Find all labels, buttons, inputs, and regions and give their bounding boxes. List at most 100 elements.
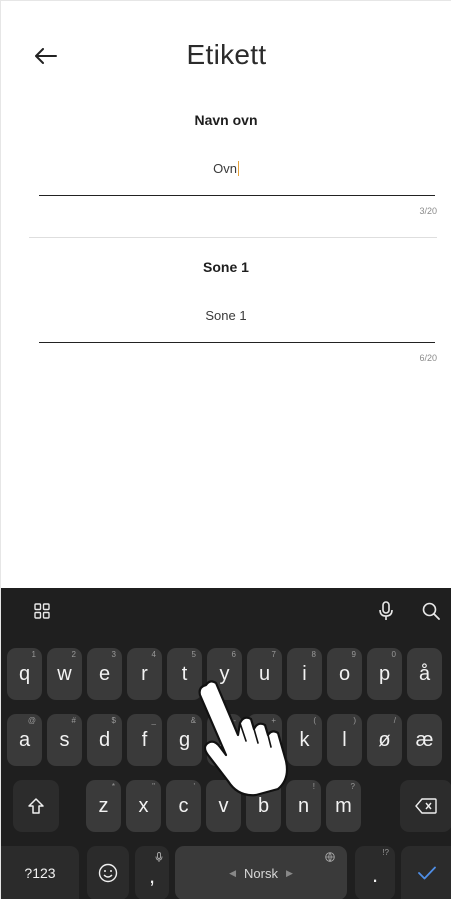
chevron-right-icon: ▶ (285, 867, 293, 878)
key-ø[interactable]: / ø (367, 714, 402, 766)
key-label: k (299, 728, 310, 751)
key-o[interactable]: 9o (327, 648, 362, 700)
key-label: f (141, 728, 148, 751)
key-label: z (98, 794, 109, 817)
key-hint: ) (353, 716, 356, 725)
key-å[interactable]: å (407, 648, 442, 700)
comma-key-label: , (148, 863, 156, 888)
key-hint: 5 (191, 650, 196, 659)
key-h[interactable]: -h (207, 714, 242, 766)
key-label: h (218, 728, 231, 751)
key-hint: 9 (351, 650, 356, 659)
key-y[interactable]: 6y (207, 648, 242, 700)
key-label: c (178, 794, 189, 817)
key-label: w (57, 662, 72, 685)
grid-menu-icon[interactable] (31, 600, 53, 622)
key-label: a (18, 728, 31, 751)
emoji-key[interactable] (87, 846, 129, 899)
search-icon[interactable] (420, 600, 442, 622)
key-hint: ( (313, 716, 316, 725)
backspace-icon (415, 798, 437, 814)
key-label: x (138, 794, 149, 817)
key-hint: ; (272, 782, 275, 791)
key-hint: : (232, 782, 235, 791)
oven-name-value: Ovn (213, 161, 237, 176)
section-divider (29, 237, 437, 238)
key-hint: 2 (71, 650, 76, 659)
key-m[interactable]: ? m (326, 780, 361, 832)
emoji-icon (98, 863, 118, 883)
shift-icon (28, 798, 44, 814)
key-label: e (98, 662, 111, 685)
key-label: t (181, 662, 188, 685)
period-key-label: . (371, 862, 379, 887)
key-d[interactable]: $ d (87, 714, 122, 766)
key-label: y (219, 662, 230, 685)
key-x[interactable]: " x (126, 780, 161, 832)
shift-key[interactable] (13, 780, 59, 832)
key-label: o (338, 662, 351, 685)
key-a[interactable]: @ a (7, 714, 42, 766)
key-label: ø (378, 728, 391, 751)
key-hint: # (71, 716, 76, 725)
key-n[interactable]: ! n (286, 780, 321, 832)
key-u[interactable]: 7u (247, 648, 282, 700)
key-hint: _ (151, 716, 156, 725)
key-hint: ? (350, 782, 355, 791)
key-s[interactable]: # s (47, 714, 82, 766)
key-hint: $ (111, 716, 116, 725)
comma-key[interactable]: , (135, 846, 169, 899)
key-q[interactable]: 1q (7, 648, 42, 700)
field-label-zone-1: Sone 1 (203, 259, 249, 275)
zone-1-underline (39, 342, 435, 343)
zone-1-input[interactable]: Sone 1 (1, 308, 451, 323)
key-k[interactable]: (k (287, 714, 322, 766)
key-r[interactable]: 4r (127, 648, 162, 700)
space-key[interactable]: ◀ Norsk ▶ (175, 846, 347, 899)
key-b[interactable]: ; b (246, 780, 281, 832)
symbols-key[interactable]: ?123 (1, 846, 79, 899)
key-c[interactable]: ' c (166, 780, 201, 832)
key-i[interactable]: 8i (287, 648, 322, 700)
key-l[interactable]: ) l (327, 714, 362, 766)
period-key[interactable]: !? . (355, 846, 395, 899)
key-hint: 6 (231, 650, 236, 659)
key-hint: 7 (271, 650, 276, 659)
on-screen-keyboard: 1 q 2 w 3 e 4 r 5 t 6 y 7 u 8 i 9 o 0 p å @ a # s $ d _ f & g - h + j(k) l /… (1, 588, 451, 899)
key-hint: / (393, 716, 396, 725)
period-key-hint: !? (382, 848, 389, 857)
key-j[interactable]: + j (247, 714, 282, 766)
key-label: u (258, 662, 271, 685)
key-hint: @ (27, 716, 36, 725)
page-title: Etikett (186, 39, 267, 70)
symbols-key-label: ?123 (24, 865, 56, 881)
oven-name-input[interactable]: Ovn (1, 161, 451, 176)
key-v[interactable]: :v (206, 780, 241, 832)
key-e[interactable]: 3e (87, 648, 122, 700)
checkmark-icon (417, 866, 436, 880)
field-label-oven-name: Navn ovn (194, 112, 258, 128)
key-hint: 8 (311, 650, 316, 659)
key-hint: + (271, 716, 276, 725)
key-æ[interactable]: æ (407, 714, 442, 766)
microphone-icon[interactable] (375, 600, 397, 622)
backspace-key[interactable] (400, 780, 451, 832)
key-hint: 1 (31, 650, 36, 659)
key-label: b (257, 794, 270, 817)
key-p[interactable]: 0p (367, 648, 402, 700)
text-cursor (237, 161, 239, 176)
mic-hint-icon (155, 852, 163, 862)
key-label: p (378, 662, 391, 685)
key-w[interactable]: 2w (47, 648, 82, 700)
key-t[interactable]: 5t (167, 648, 202, 700)
key-hint: & (190, 716, 196, 725)
key-label: i (302, 662, 307, 685)
key-label: æ (415, 728, 434, 751)
key-label: r (141, 662, 148, 685)
key-label: l (342, 728, 347, 751)
done-key[interactable] (401, 846, 451, 899)
key-f[interactable]: _ f (127, 714, 162, 766)
key-label: g (178, 728, 191, 751)
key-g[interactable]: & g (167, 714, 202, 766)
key-z[interactable]: * z (86, 780, 121, 832)
